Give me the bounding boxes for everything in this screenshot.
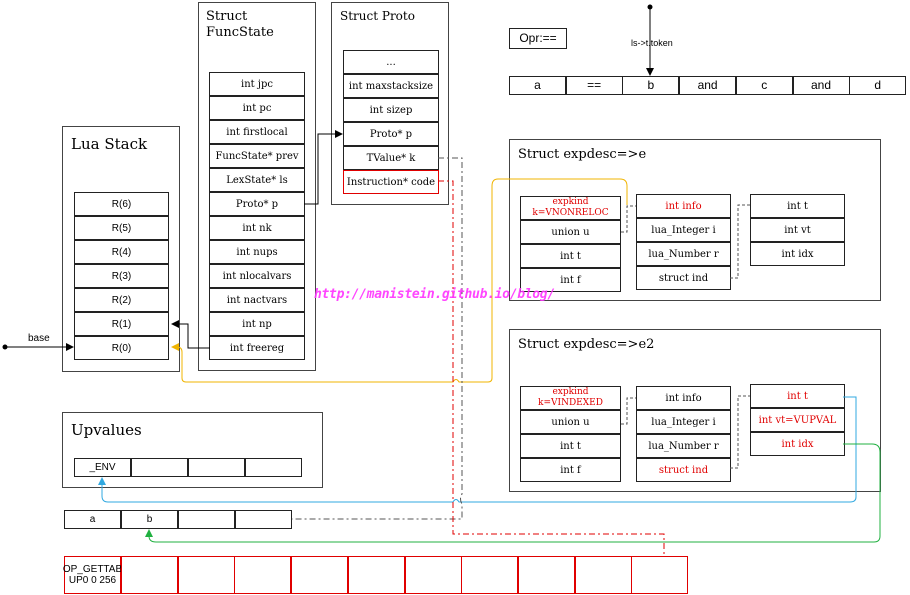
e2-index-constant-link <box>145 443 881 543</box>
proto-pointer-arrow <box>304 130 343 205</box>
e2-ind-right-link <box>730 395 750 469</box>
e2-union-info-link <box>621 397 636 425</box>
e-ind-right-link <box>730 204 750 279</box>
freereg-arrow <box>171 320 210 349</box>
e2-table-upvalue-link <box>98 396 857 503</box>
proto-code-instruction-link <box>438 180 665 556</box>
e-info-register-link <box>171 178 628 383</box>
watermark: http://manistein.github.io/blog/ <box>314 287 555 302</box>
proto-k-constants-link <box>292 157 463 520</box>
e-union-info-link <box>621 205 636 233</box>
